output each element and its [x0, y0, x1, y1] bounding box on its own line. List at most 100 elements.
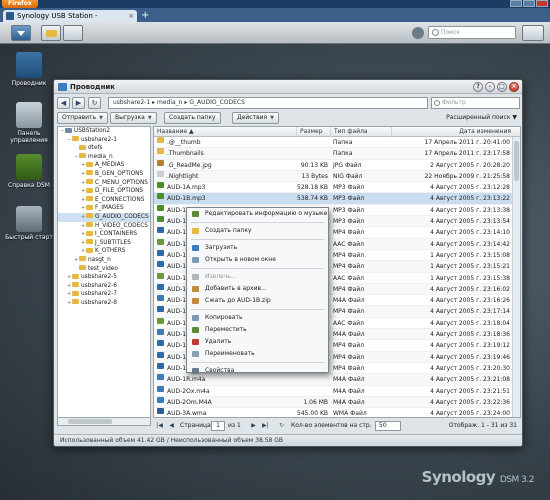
firefox-menu-button[interactable]: Firefox [2, 0, 38, 8]
tree-node[interactable]: + nasgt_n [58, 256, 150, 265]
desktop-icon-label: Справка DSM [8, 182, 50, 189]
taskbar-app-button[interactable] [63, 25, 83, 41]
window-minimize-button[interactable]: – [485, 82, 495, 92]
tree-node[interactable]: − usbshare2-1 [58, 136, 150, 145]
tree-node[interactable]: test_video [58, 265, 150, 274]
file-type: M4A Файл [333, 376, 365, 384]
file-row[interactable]: .Nightlight 13 Bytes NIG Файл 22 Ноябрь 200… [154, 170, 514, 183]
tree-node[interactable]: + I_CONTAINERS [58, 230, 150, 239]
tree-node[interactable]: + usbshare2-6 [58, 282, 150, 291]
window-close-button[interactable]: × [509, 82, 519, 92]
next-page-button[interactable]: ▶ [249, 421, 258, 430]
new-tab-button[interactable]: + [141, 11, 151, 21]
tree-node[interactable]: + H_VIDEO_CODECS [58, 222, 150, 231]
taskbar-search-input[interactable]: Поиск [428, 26, 516, 39]
per-page-select[interactable]: 50 [375, 421, 401, 431]
window-maximize-button[interactable]: □ [497, 82, 507, 92]
column-header-type[interactable]: Тип файла [331, 127, 392, 137]
path-bar[interactable]: usbshare2-1 ▸ media_n ▸ G_AUDIO_CODECS [108, 97, 428, 109]
context-menu-item[interactable]: Копировать [187, 312, 328, 324]
maximize-button[interactable] [523, 0, 535, 7]
tab-close-icon[interactable]: × [128, 10, 134, 22]
refresh-button[interactable]: ↻ [88, 97, 101, 109]
folder-icon [65, 127, 72, 133]
new-window-icon [192, 257, 199, 263]
context-menu-item[interactable]: Создать папку [187, 225, 328, 237]
file-size: 1.06 MB [303, 398, 328, 406]
context-menu-item[interactable]: Загрузить [187, 242, 328, 254]
prev-page-button[interactable]: ◀ [167, 421, 176, 430]
file-row[interactable]: AUD-3A.wma 545.00 KB WMA Файл 4 Август 2005… [154, 408, 514, 418]
desktop-icon-quick-start[interactable]: Быстрый старт [4, 206, 54, 241]
desktop-icon-file-station[interactable]: Проводник [4, 52, 54, 87]
filter-input[interactable]: Фильтр [431, 97, 520, 109]
tree-node[interactable]: + usbshare2-5 [58, 273, 150, 282]
download-button[interactable]: Выгрузка ▼ [110, 112, 157, 124]
context-menu-item[interactable]: Добавить в архив... [187, 283, 328, 295]
taskbar-options-button[interactable] [522, 25, 544, 41]
tree-node[interactable]: + B_GEN_OPTIONS [58, 170, 150, 179]
context-menu-item[interactable]: Редактировать информацию о музыке [187, 208, 328, 220]
window-titlebar[interactable]: Проводник ? – □ × [54, 80, 522, 94]
column-header-date[interactable]: Дата изменения [392, 127, 520, 137]
refresh-icon[interactable]: ↻ [277, 421, 286, 430]
tree-node[interactable]: + A_MEDIAS [58, 161, 150, 170]
browser-tab[interactable]: Synology USB Station - USBStation2 × [3, 10, 137, 32]
desktop-icon-control-panel[interactable]: Панель управления [4, 102, 54, 144]
file-row[interactable]: AUD-1A.mp3 528.18 KB MP3 Файл 4 Август 2005… [154, 182, 514, 194]
file-row[interactable]: .G_ReadMe.jpg 90.13 KB JPG Файл 2 Август 20… [154, 159, 514, 171]
create-folder-button[interactable]: Создать папку [164, 112, 221, 124]
tree-node[interactable]: − USBStation2 [58, 127, 150, 136]
file-date: 4 Август 2005 г. 23:13:54 [430, 218, 510, 226]
folder-icon [79, 144, 86, 150]
desktop-icon-label: Быстрый старт [5, 234, 53, 241]
forward-button[interactable]: ▶ [72, 97, 85, 109]
context-menu-item[interactable]: Удалить [187, 336, 328, 348]
tree-node[interactable]: + F_IMAGES [58, 204, 150, 213]
tree-node[interactable]: + G_AUDIO_CODECS [58, 212, 150, 222]
last-page-button[interactable]: ▶| [261, 421, 270, 430]
file-type: WMA Файл [333, 410, 367, 418]
context-menu-item[interactable]: Свойства [187, 365, 328, 377]
taskbar-file-station-button[interactable] [41, 25, 61, 41]
file-row[interactable]: AUD-1B.mp3 538.74 KB MP3 Файл 4 Август 2005… [154, 193, 514, 205]
file-row[interactable]: AUD-2Om.M4A 1.06 MB M4A Файл 4 Август 2005 … [154, 396, 514, 409]
context-menu-item[interactable]: Переименовать [187, 348, 328, 360]
tree-node[interactable]: dtefs [58, 144, 150, 153]
file-date: 4 Август 2005 г. 23:16:26 [430, 297, 510, 305]
file-size: 538.74 KB [297, 195, 328, 203]
upload-button[interactable]: Отправить ▼ [57, 112, 108, 124]
window-help-button[interactable]: ? [473, 82, 483, 92]
user-icon[interactable] [412, 27, 424, 39]
new-folder-icon [192, 228, 199, 234]
file-name: .G_ReadMe.jpg [167, 161, 212, 169]
tree-node[interactable]: + usbshare2-7 [58, 290, 150, 299]
main-menu-button[interactable] [11, 25, 31, 41]
context-menu-item[interactable]: Открыть в новом окне [187, 254, 328, 266]
context-menu-item[interactable]: Переместить [187, 324, 328, 336]
page-input[interactable]: 1 [211, 421, 225, 431]
file-row[interactable]: .@__thumb Папка 17 Апрель 2011 г. 20:41:00 [154, 137, 514, 149]
tree-node[interactable]: + K_OTHERS [58, 247, 150, 256]
minimize-button[interactable] [510, 0, 522, 7]
file-list-scrollbar[interactable] [512, 137, 520, 417]
tree-horizontal-scrollbar[interactable] [57, 418, 151, 426]
tree-node[interactable]: − media_n [58, 153, 150, 162]
desktop-icon-dsm-help[interactable]: Справка DSM [4, 154, 54, 189]
file-row[interactable]: AUD-2Ox.m4a M4A Файл 4 Август 2005 г. 23:2… [154, 385, 514, 397]
column-header-name[interactable]: Название ▲ [154, 127, 297, 137]
tree-node[interactable]: + J_SUBTITLES [58, 239, 150, 248]
tree-node[interactable]: + D_FILE_OPTIONS [58, 187, 150, 196]
first-page-button[interactable]: |◀ [155, 421, 164, 430]
context-menu-item[interactable]: Сжать до AUD-1B.zip [187, 295, 328, 307]
tree-node[interactable]: + C_MENU_OPTIONS [58, 179, 150, 188]
file-type: MP4 Файл [333, 251, 365, 259]
file-row[interactable]: .Thumbnails Папка 17 Апрель 2011 г. 23:17:… [154, 148, 514, 160]
back-button[interactable]: ◀ [57, 97, 70, 109]
advanced-search-link[interactable]: Расширенный поиск ▼ [446, 114, 517, 121]
tree-node[interactable]: + usbshare2-8 [58, 299, 150, 308]
column-header-size[interactable]: Размер [297, 127, 331, 137]
actions-button[interactable]: Действия ▼ [232, 112, 279, 124]
tree-node[interactable]: + E_CONNECTIONS [58, 196, 150, 205]
close-window-button[interactable] [536, 0, 548, 7]
